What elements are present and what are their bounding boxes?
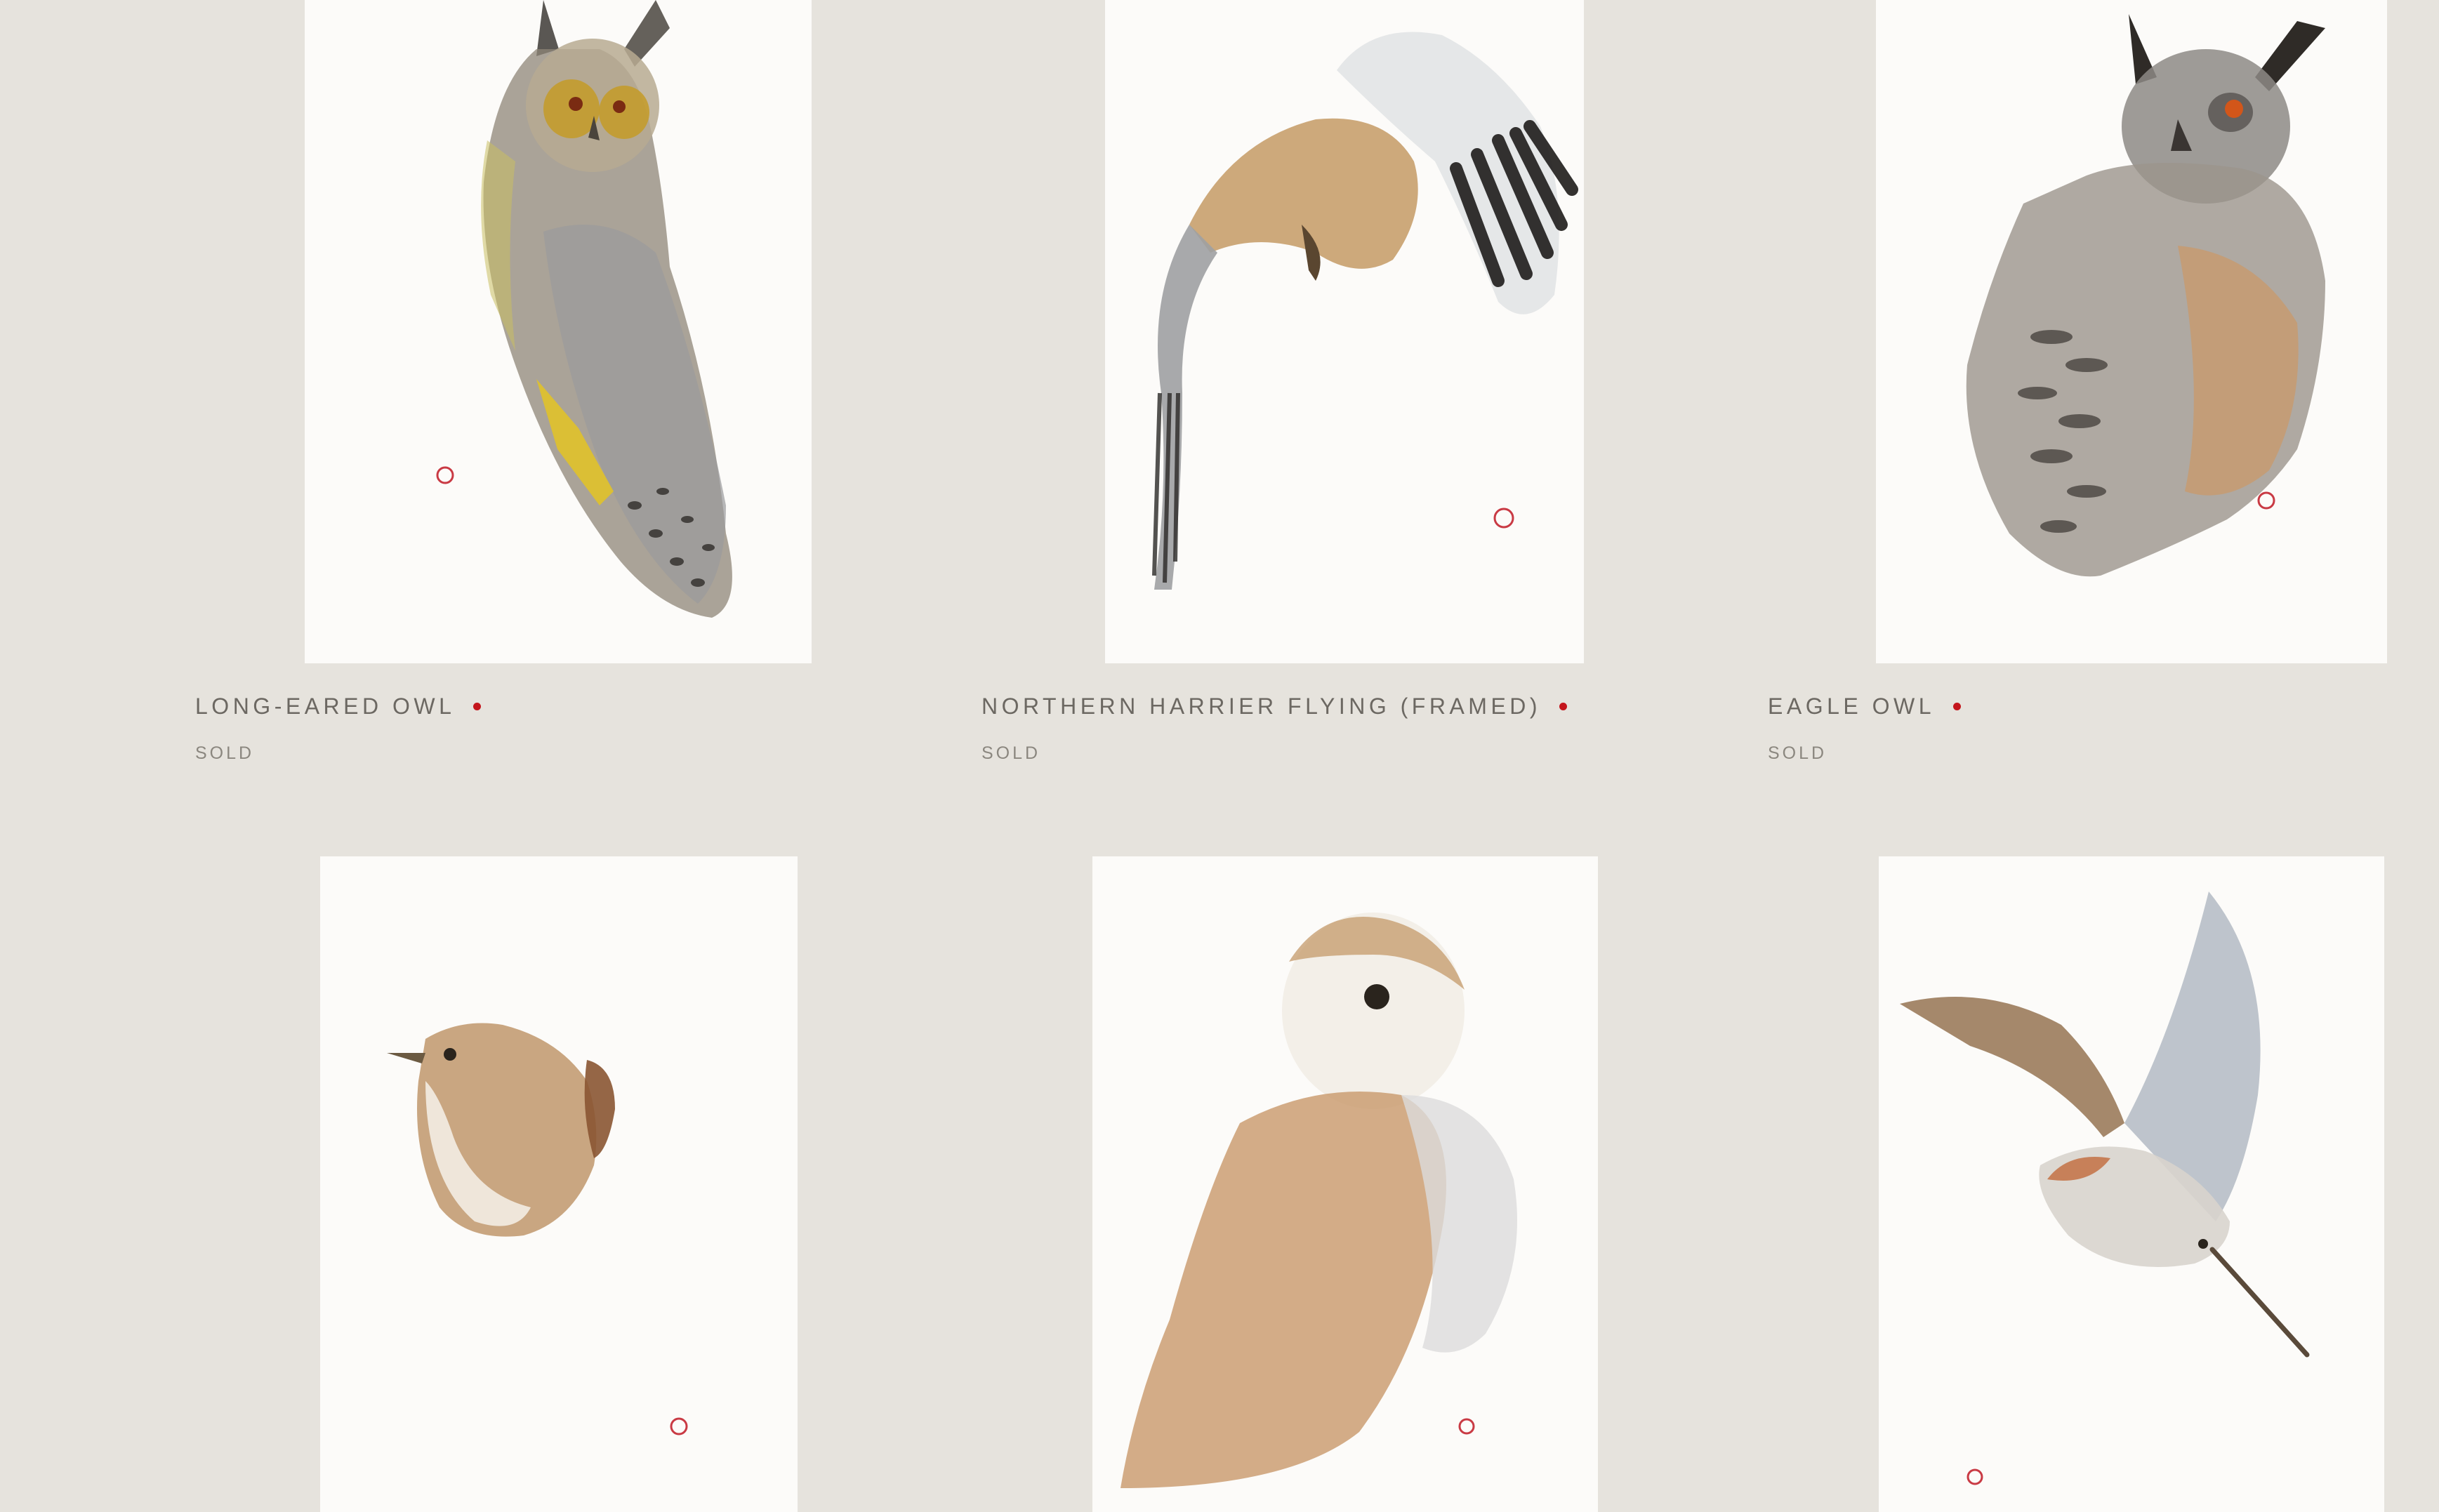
artwork-title-link[interactable]: LONG-EARED OWL — [195, 694, 455, 719]
availability-dot — [1953, 703, 1961, 710]
artwork-eagle-owl[interactable] — [1876, 0, 2387, 663]
artwork-barn-owl[interactable] — [1092, 856, 1598, 1512]
long-eared-owl-painting — [436, 0, 732, 618]
artwork-caption: EAGLE OWL SOLD — [1768, 694, 1961, 764]
woodcock-painting — [1900, 891, 2310, 1485]
availability-dot — [1559, 703, 1568, 710]
wren-painting — [387, 1023, 688, 1435]
northern-harrier-painting — [1152, 32, 1578, 590]
artwork-northern-harrier[interactable] — [1105, 0, 1584, 663]
artwork-wren[interactable] — [320, 856, 798, 1512]
eagle-owl-painting — [1966, 14, 2325, 577]
artwork-title-link[interactable]: NORTHERN HARRIER FLYING (FRAMED) — [981, 694, 1541, 719]
artwork-woodcock[interactable] — [1879, 856, 2384, 1512]
artwork-caption: LONG-EARED OWL SOLD — [195, 694, 482, 764]
status-label: SOLD — [981, 743, 1041, 763]
artwork-long-eared-owl[interactable] — [305, 0, 812, 663]
status-label: SOLD — [1768, 743, 1827, 763]
availability-dot — [473, 703, 482, 710]
barn-owl-painting — [1121, 913, 1517, 1488]
artwork-caption: NORTHERN HARRIER FLYING (FRAMED) SOLD — [981, 694, 1568, 764]
status-label: SOLD — [195, 743, 255, 763]
artwork-title-link[interactable]: EAGLE OWL — [1768, 694, 1935, 719]
